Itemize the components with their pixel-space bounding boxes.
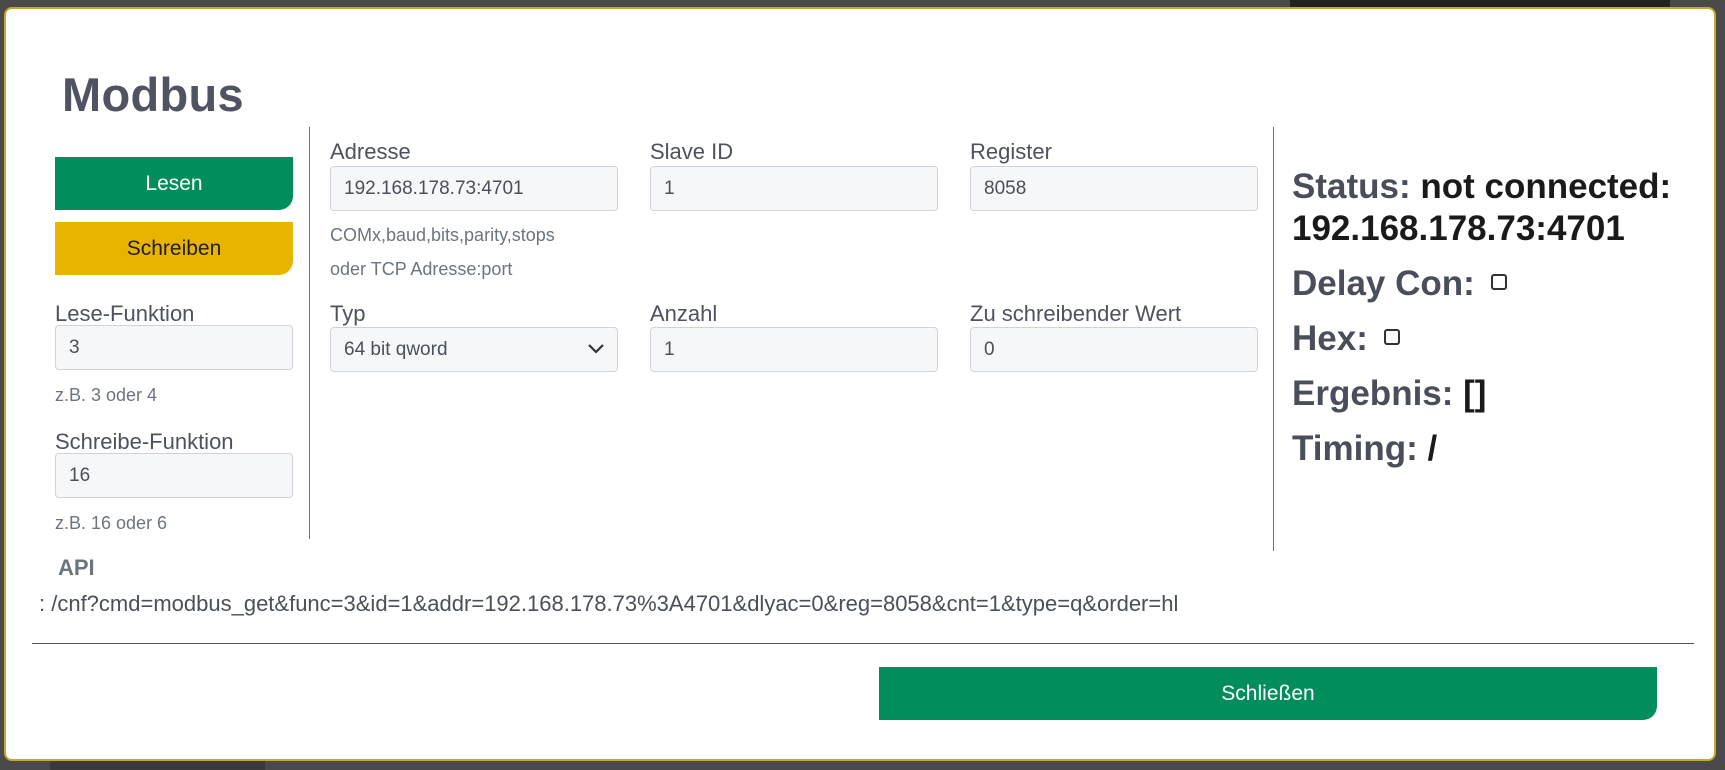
count-label: Anzahl [650, 301, 718, 326]
status-value: not connected: [1420, 167, 1672, 206]
left-divider [309, 127, 310, 539]
slave-id-label: Slave ID [650, 139, 734, 164]
footer-divider [32, 643, 1694, 644]
address-hint-2: oder TCP Adresse:port [330, 259, 513, 279]
result-value: [] [1463, 374, 1487, 413]
status-address: 192.168.178.73:4701 [1292, 209, 1625, 248]
timing-value: / [1427, 429, 1438, 468]
write-value-label: Zu schreibender Wert [970, 301, 1182, 326]
result-label: Ergebnis: [1292, 374, 1454, 413]
delay-con-line: Delay Con: [1292, 264, 1507, 304]
status-label: Status: [1292, 167, 1411, 206]
result-line: Ergebnis: [] [1292, 374, 1486, 414]
read-function-input[interactable]: 3 [55, 325, 293, 370]
address-label: Adresse [330, 139, 411, 164]
read-function-hint: z.B. 3 oder 4 [55, 385, 158, 405]
chevron-down-icon [588, 344, 604, 354]
write-button[interactable]: Schreiben [55, 222, 293, 275]
type-select[interactable]: 64 bit qword [330, 327, 618, 372]
delay-con-checkbox[interactable] [1490, 273, 1507, 290]
write-function-label: Schreibe-Funktion [55, 429, 234, 454]
dialog-title: Modbus [62, 68, 244, 121]
count-input[interactable]: 1 [650, 327, 938, 372]
delay-con-label: Delay Con: [1292, 264, 1475, 303]
read-function-label: Lese-Funktion [55, 301, 195, 326]
api-title: API [58, 555, 95, 580]
timing-line: Timing: / [1292, 429, 1437, 469]
type-select-value: 64 bit qword [344, 338, 448, 360]
modbus-dialog: Modbus Lesen Schreiben Lese-Funktion 3 z… [4, 7, 1716, 761]
register-input[interactable]: 8058 [970, 166, 1258, 211]
right-divider [1273, 127, 1274, 551]
hex-checkbox[interactable] [1383, 328, 1400, 345]
address-input[interactable]: 192.168.178.73:4701 [330, 166, 618, 211]
address-hint-1: COMx,baud,bits,parity,stops [330, 225, 555, 245]
write-value-input[interactable]: 0 [970, 327, 1258, 372]
status-address-line: 192.168.178.73:4701 [1292, 209, 1625, 249]
api-url: : /cnf?cmd=modbus_get&func=3&id=1&addr=1… [39, 591, 1179, 616]
hex-line: Hex: [1292, 319, 1400, 359]
close-button[interactable]: Schließen [879, 667, 1657, 720]
slave-id-input[interactable]: 1 [650, 166, 938, 211]
hex-label: Hex: [1292, 319, 1368, 358]
timing-label: Timing: [1292, 429, 1418, 468]
write-function-hint: z.B. 16 oder 6 [55, 513, 168, 533]
read-button[interactable]: Lesen [55, 157, 293, 210]
write-function-input[interactable]: 16 [55, 453, 293, 498]
register-label: Register [970, 139, 1052, 164]
type-label: Typ [330, 301, 366, 326]
status-line: Status: not connected: [1292, 167, 1671, 207]
